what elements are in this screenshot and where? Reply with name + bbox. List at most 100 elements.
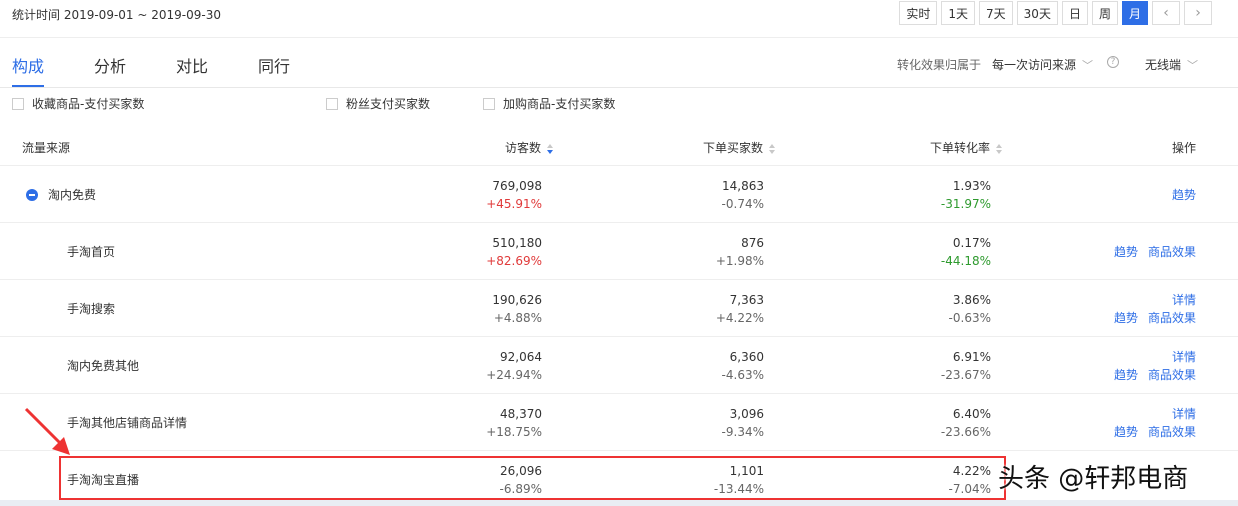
cell-buyers: 7,363 +4.22% xyxy=(716,291,764,327)
row-source[interactable]: 手淘首页 xyxy=(67,243,115,260)
table-header: 流量来源 访客数 下单买家数 下单转化率 操作 xyxy=(0,128,1238,166)
table-row: 手淘其他店铺商品详情 48,370 +18.75% 3,096 -9.34% 6.4… xyxy=(0,394,1238,451)
attribution-select[interactable]: 每一次访问来源 ﹀ xyxy=(992,56,1093,73)
row-source[interactable]: 手淘搜索 xyxy=(67,300,115,317)
buyers-change: +4.22% xyxy=(715,311,764,325)
bottom-strip xyxy=(0,500,1238,506)
visitors-value: 769,098 xyxy=(492,179,542,193)
checkbox-label: 收藏商品-支付买家数 xyxy=(32,97,145,111)
detail-link[interactable]: 详情 xyxy=(1172,407,1196,421)
row-source[interactable]: 淘内免费 xyxy=(26,186,96,203)
cell-rate: 6.91% -23.67% xyxy=(941,348,991,384)
row-source-label: 淘内免费 xyxy=(48,188,97,202)
range-btn-day[interactable]: 日 xyxy=(1061,1,1088,25)
trend-link[interactable]: 趋势 xyxy=(1114,368,1138,382)
rate-value: 6.40% xyxy=(952,407,991,421)
rate-value: 6.91% xyxy=(952,350,991,364)
col-source: 流量来源 xyxy=(22,141,71,155)
row-source[interactable]: 手淘其他店铺商品详情 xyxy=(67,414,187,431)
trend-link[interactable]: 趋势 xyxy=(1114,245,1138,259)
range-btn-1day[interactable]: 1天 xyxy=(941,1,976,25)
table-row: 淘内免费其他 92,064 +24.94% 6,360 -4.63% 6.91% -2… xyxy=(0,337,1238,394)
checkbox-box[interactable] xyxy=(483,97,495,110)
range-btn-7day[interactable]: 7天 xyxy=(979,1,1013,25)
top-bar: 统计时间 2019-09-01 ~ 2019-09-30 实时 1天 7天 30… xyxy=(0,0,1238,38)
collapse-icon[interactable] xyxy=(26,188,38,201)
buyers-change: -4.63% xyxy=(721,368,764,382)
product-effect-link[interactable]: 商品效果 xyxy=(1148,245,1196,259)
product-effect-link[interactable]: 商品效果 xyxy=(1148,311,1196,325)
tab-peers[interactable]: 同行 xyxy=(258,53,290,77)
range-btn-realtime[interactable]: 实时 xyxy=(899,1,938,25)
sort-icon[interactable] xyxy=(769,143,776,154)
cell-rate: 0.17% -44.18% xyxy=(941,234,991,270)
sort-icon[interactable] xyxy=(996,143,1003,154)
product-effect-link[interactable]: 商品效果 xyxy=(1148,368,1196,382)
cell-visitors: 510,180 +82.69% xyxy=(486,234,542,270)
row-actions: 详情趋势 商品效果 xyxy=(1104,291,1196,327)
attribution-select-value: 每一次访问来源 xyxy=(992,58,1077,72)
checkbox-label: 加购商品-支付买家数 xyxy=(503,97,616,111)
rate-change: -0.63% xyxy=(948,311,991,325)
range-buttons: 实时 1天 7天 30天 日 周 月 ‹ › xyxy=(899,1,1212,25)
checkbox-box[interactable] xyxy=(12,97,24,110)
buyers-value: 3,096 xyxy=(729,407,764,421)
checkbox-cart-pay[interactable]: 加购商品-支付买家数 xyxy=(483,95,615,112)
visitors-value: 510,180 xyxy=(492,236,542,250)
row-source[interactable]: 淘内免费其他 xyxy=(67,357,139,374)
detail-link[interactable]: 详情 xyxy=(1172,350,1196,364)
rate-change: -31.97% xyxy=(940,197,991,211)
visitors-change: +24.94% xyxy=(486,368,542,382)
chevron-right-icon[interactable]: › xyxy=(1184,1,1212,25)
sort-icon[interactable] xyxy=(547,143,554,154)
highlight-box xyxy=(59,456,1006,500)
visitors-value: 190,626 xyxy=(492,293,542,307)
cell-rate: 1.93% -31.97% xyxy=(941,177,991,213)
rate-value: 3.86% xyxy=(952,293,991,307)
row-actions: 详情趋势 商品效果 xyxy=(1104,405,1196,441)
row-actions: 趋势 商品效果 xyxy=(1104,243,1196,261)
checkbox-label: 粉丝支付买家数 xyxy=(346,97,431,111)
col-buyers-label: 下单买家数 xyxy=(702,141,763,155)
trend-link[interactable]: 趋势 xyxy=(1114,425,1138,439)
trend-link[interactable]: 趋势 xyxy=(1172,188,1196,202)
buyers-change: -9.34% xyxy=(721,425,764,439)
metric-checkboxes: 收藏商品-支付买家数 粉丝支付买家数 加购商品-支付买家数 xyxy=(0,92,1238,116)
col-buyers[interactable]: 下单买家数 xyxy=(703,139,776,156)
checkbox-box[interactable] xyxy=(326,97,338,110)
trend-link[interactable]: 趋势 xyxy=(1114,311,1138,325)
row-actions: 趋势 xyxy=(1162,186,1196,204)
detail-link[interactable]: 详情 xyxy=(1172,293,1196,307)
tab-compare[interactable]: 对比 xyxy=(176,53,208,77)
table-row: 手淘首页 510,180 +82.69% 876 +1.98% 0.17% -44.1… xyxy=(0,223,1238,280)
chevron-left-icon[interactable]: ‹ xyxy=(1152,1,1180,25)
table-row: 淘内免费 769,098 +45.91% 14,863 -0.74% 1.93% -3… xyxy=(0,166,1238,223)
col-visitors[interactable]: 访客数 xyxy=(505,139,554,156)
col-rate[interactable]: 下单转化率 xyxy=(930,139,1003,156)
range-btn-week[interactable]: 周 xyxy=(1091,1,1118,25)
row-actions: 详情趋势 商品效果 xyxy=(1104,348,1196,384)
tab-bar: 构成 分析 对比 同行 转化效果归属于 每一次访问来源 ﹀ ? 无线端 ﹀ xyxy=(0,38,1238,88)
checkbox-fan-pay[interactable]: 粉丝支付买家数 xyxy=(326,95,430,112)
chevron-down-icon: ﹀ xyxy=(1187,59,1199,72)
rate-value: 1.93% xyxy=(952,179,991,193)
active-tab-indicator xyxy=(12,85,44,87)
tab-composition[interactable]: 构成 xyxy=(12,53,44,77)
visitors-change: +82.69% xyxy=(486,254,542,268)
buyers-change: -0.74% xyxy=(721,197,764,211)
chevron-down-icon: ﹀ xyxy=(1082,59,1094,72)
col-rate-label: 下单转化率 xyxy=(929,141,990,155)
visitors-change: +4.88% xyxy=(493,311,542,325)
product-effect-link[interactable]: 商品效果 xyxy=(1148,425,1196,439)
device-select[interactable]: 无线端 ﹀ xyxy=(1145,56,1198,73)
help-icon[interactable]: ? xyxy=(1107,56,1119,68)
range-btn-month[interactable]: 月 xyxy=(1121,1,1148,25)
buyers-value: 7,363 xyxy=(729,293,764,307)
visitors-change: +18.75% xyxy=(486,425,542,439)
checkbox-fav-pay[interactable]: 收藏商品-支付买家数 xyxy=(12,95,144,112)
cell-buyers: 876 +1.98% xyxy=(716,234,764,270)
buyers-value: 14,863 xyxy=(722,179,764,193)
tab-analysis[interactable]: 分析 xyxy=(94,53,126,77)
visitors-change: +45.91% xyxy=(486,197,542,211)
range-btn-30day[interactable]: 30天 xyxy=(1016,1,1058,25)
